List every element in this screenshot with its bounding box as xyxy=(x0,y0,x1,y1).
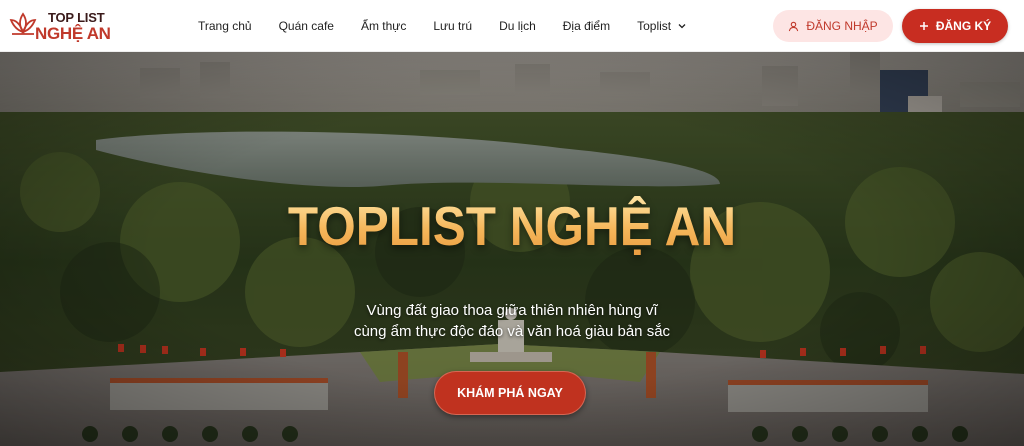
hero-subtitle-line1: Vùng đất giao thoa giữa thiên nhiên hùng… xyxy=(366,302,658,319)
login-label: ĐĂNG NHẬP xyxy=(806,19,878,33)
lotus-logo-icon xyxy=(9,12,37,35)
logo-line1: TOP LIST xyxy=(48,10,105,25)
hero-title: TOPLIST NGHỆ AN xyxy=(51,194,973,258)
user-icon xyxy=(788,21,799,32)
explore-now-button[interactable]: KHÁM PHÁ NGAY xyxy=(434,371,586,415)
chevron-down-icon xyxy=(678,24,686,29)
site-header: TOP LIST NGHỆ AN Trang chủ Quán cafe Ẩm … xyxy=(0,0,1024,52)
nav-item-trang-chu[interactable]: Trang chủ xyxy=(198,19,252,33)
nav-item-toplist-label: Toplist xyxy=(637,19,672,33)
main-nav: Trang chủ Quán cafe Ẩm thực Lưu trú Du l… xyxy=(184,0,714,52)
nav-item-luu-tru[interactable]: Lưu trú xyxy=(433,19,472,33)
register-label: ĐĂNG KÝ xyxy=(935,19,992,33)
nav-item-quan-cafe[interactable]: Quán cafe xyxy=(279,19,334,33)
register-button[interactable]: ĐĂNG KÝ xyxy=(902,9,1008,43)
nav-item-toplist[interactable]: Toplist xyxy=(637,19,687,33)
hero-section: TOPLIST NGHỆ AN Vùng đất giao thoa giữa … xyxy=(0,52,1024,446)
logo-line2: NGHỆ AN xyxy=(35,24,111,43)
nav-item-dia-diem[interactable]: Địa điểm xyxy=(563,19,610,33)
site-logo[interactable]: TOP LIST NGHỆ AN xyxy=(8,9,111,43)
nav-item-am-thuc[interactable]: Ẩm thực xyxy=(361,19,406,33)
login-button[interactable]: ĐĂNG NHẬP xyxy=(773,10,893,42)
plus-icon xyxy=(919,21,929,31)
nav-item-du-lich[interactable]: Du lịch xyxy=(499,19,536,33)
hero-subtitle-line2: cùng ẩm thực độc đáo và văn hoá giàu bản… xyxy=(353,323,671,340)
